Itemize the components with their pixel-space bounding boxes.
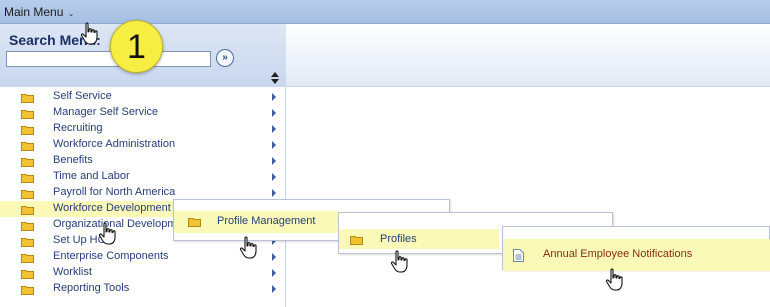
hand-cursor-icon (98, 222, 116, 245)
menu-item-label: Time and Labor (53, 170, 130, 182)
top-bar: Main Menu ⌄ (0, 0, 770, 24)
menu-item-label: Organizational Development (53, 218, 192, 230)
folder-icon (21, 126, 34, 135)
folder-icon (21, 142, 34, 151)
flyout-item-label: Profile Management (217, 215, 316, 227)
submenu-arrow-icon (272, 125, 276, 133)
folder-icon (21, 286, 34, 295)
menu-item-label: Workforce Development (53, 202, 171, 214)
menu-item-worklist[interactable]: Worklist (0, 265, 286, 281)
submenu-arrow-icon (272, 93, 276, 101)
menu-item-manager-self-service[interactable]: Manager Self Service (0, 105, 286, 121)
submenu-arrow-icon (272, 173, 276, 181)
submenu-arrow-icon (272, 109, 276, 117)
menu-item-label: Payroll for North America (53, 186, 176, 198)
search-go-button[interactable]: » (216, 49, 234, 67)
chevron-down-icon: ⌄ (67, 9, 75, 18)
menu-list: Self Service Manager Self Service Recruiti… (0, 89, 286, 297)
flyout-profiles: Annual Employee Notifications (502, 226, 770, 271)
folder-icon (21, 174, 34, 183)
folder-icon (21, 270, 34, 279)
folder-icon (21, 222, 34, 231)
main-menu-button[interactable]: Main Menu ⌄ (4, 5, 74, 19)
submenu-arrow-icon (272, 157, 276, 165)
folder-icon (21, 110, 34, 119)
submenu-arrow-icon (272, 269, 276, 277)
folder-icon (188, 218, 201, 227)
menu-item-label: Worklist (53, 266, 92, 278)
menu-item-label: Workforce Administration (53, 138, 176, 150)
menu-item-self-service[interactable]: Self Service (0, 89, 286, 105)
submenu-arrow-icon (272, 285, 276, 293)
hand-cursor-icon (605, 268, 623, 291)
menu-item-time-and-labor[interactable]: Time and Labor (0, 169, 286, 185)
menu-item-label: Benefits (53, 154, 93, 166)
folder-icon (21, 94, 34, 103)
menu-item-label: Manager Self Service (53, 106, 159, 118)
folder-icon (21, 254, 34, 263)
flyout-item-profiles[interactable]: Profiles (339, 229, 499, 249)
header-banner (286, 24, 770, 87)
menu-item-recruiting[interactable]: Recruiting (0, 121, 286, 137)
menu-item-label: Enterprise Components (53, 250, 169, 262)
flyout-item-label: Annual Employee Notifications (543, 248, 693, 260)
submenu-arrow-icon (272, 141, 276, 149)
submenu-arrow-icon (272, 189, 276, 197)
hand-cursor-icon (239, 236, 257, 259)
folder-icon (21, 158, 34, 167)
menu-item-benefits[interactable]: Benefits (0, 153, 286, 169)
submenu-arrow-icon (272, 253, 276, 261)
folder-icon (21, 190, 34, 199)
sort-icon[interactable] (270, 71, 280, 85)
step-callout: 1 (110, 20, 163, 73)
hand-cursor-icon (80, 22, 98, 45)
flyout-item-annual-employee-notifications[interactable]: Annual Employee Notifications (503, 239, 770, 271)
folder-icon (350, 236, 363, 245)
menu-item-label: Recruiting (53, 122, 103, 134)
search-menu-input[interactable] (6, 51, 211, 67)
hand-cursor-icon (390, 250, 408, 273)
main-menu-label: Main Menu (4, 5, 64, 19)
flyout-item-profile-management[interactable]: Profile Management (174, 211, 338, 233)
menu-item-reporting-tools[interactable]: Reporting Tools (0, 281, 286, 297)
menu-item-workforce-administration[interactable]: Workforce Administration (0, 137, 286, 153)
menu-item-label: Self Service (53, 90, 112, 102)
document-icon (513, 249, 524, 262)
menu-item-label: Reporting Tools (53, 282, 130, 294)
folder-icon (21, 238, 34, 247)
flyout-item-label: Profiles (380, 233, 417, 245)
folder-icon (21, 206, 34, 215)
